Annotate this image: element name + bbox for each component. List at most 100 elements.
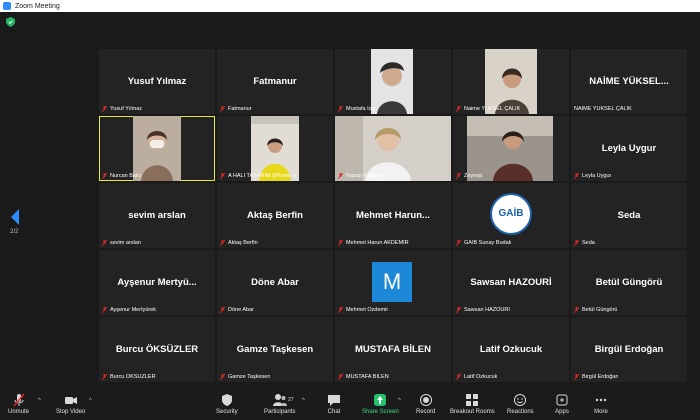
participant-tile[interactable]: GAİB GAİB Sunay Budak (453, 183, 569, 248)
record-icon (419, 394, 432, 406)
participant-label: NAİME YÜKSEL ÇALIK (574, 106, 632, 112)
participant-tile[interactable]: Seda Seda (571, 183, 687, 248)
participant-tile[interactable]: Mehmet Harun... Mehmet Harun AKDEMİR (335, 183, 451, 248)
participant-label: Leyla Uygur (582, 173, 612, 179)
share-screen-button[interactable]: Share Screen (362, 393, 399, 415)
muted-mic-icon (338, 240, 343, 246)
participant-label: Naime YÜKSEL ÇALIK (464, 106, 521, 112)
video-camera-icon (64, 397, 77, 404)
muted-mic-icon (456, 240, 461, 246)
participant-tile[interactable]: Fatmanur Fatmanur (217, 49, 333, 114)
stop-video-button[interactable]: Stop Video (56, 393, 85, 415)
participant-label: Birgül Erdoğan (582, 374, 619, 380)
breakout-rooms-label: Breakout Rooms (450, 409, 495, 415)
meeting-header (0, 12, 700, 48)
participant-tile[interactable]: Ayşenur Mertyü... Ayşenur Mertyürek (99, 250, 215, 315)
gallery-grid: Yusuf Yılmaz Yusuf Yılmaz Fatmanur Fatma… (99, 49, 687, 386)
participant-tile[interactable]: sevim arslan sevim arslan (99, 183, 215, 248)
breakout-rooms-icon (466, 394, 479, 406)
participant-tile[interactable]: Gamze Taşkesen Gamze Taşkesen (217, 317, 333, 382)
share-screen-label: Share Screen (362, 409, 399, 415)
muted-mic-icon (102, 173, 107, 179)
muted-mic-icon (574, 173, 579, 179)
unmute-button[interactable]: Unmute (8, 393, 29, 415)
audio-options-caret-icon[interactable]: ^ (38, 398, 41, 404)
muted-mic-icon (574, 374, 579, 380)
encryption-shield-icon[interactable] (6, 17, 15, 27)
muted-mic-icon (338, 173, 343, 179)
participant-label: MUSTAFA BİLEN (346, 374, 389, 380)
muted-mic-icon (574, 307, 579, 313)
participant-label: Seda (582, 240, 595, 246)
reactions-button[interactable]: Reactions (507, 393, 534, 415)
apps-button[interactable]: Apps (555, 393, 569, 415)
participant-tile[interactable]: A HALI TASARIM (iPhone u (217, 116, 333, 181)
participant-video (133, 116, 181, 181)
muted-mic-icon (338, 374, 343, 380)
video-options-caret-icon[interactable]: ^ (89, 398, 92, 404)
participant-name: Döne Abar (251, 277, 299, 288)
muted-mic-icon (102, 307, 107, 313)
participant-label: Mehmet Harun AKDEMİR (346, 240, 409, 246)
participant-video (467, 116, 553, 181)
share-options-caret-icon[interactable]: ^ (398, 398, 401, 404)
participant-tile[interactable]: Birgül Erdoğan Birgül Erdoğan (571, 317, 687, 382)
more-ellipsis-icon (595, 398, 607, 402)
previous-page-arrow-icon[interactable] (9, 207, 21, 227)
chat-bubble-icon (328, 395, 340, 406)
participant-label: Mustafa İzgi (346, 106, 376, 112)
participant-label: Sawsan HAZOURİ (464, 307, 510, 313)
participant-label: Nurcan Balcı (110, 173, 142, 179)
participant-label: Fatmanur (228, 106, 252, 112)
participant-name: Aktaş Berfin (247, 210, 303, 221)
participant-tile[interactable]: Yusuf Yılmaz Yusuf Yılmaz (99, 49, 215, 114)
participant-label: Yusuf Yılmaz (110, 106, 142, 112)
participant-tile[interactable]: MUSTAFA BİLEN MUSTAFA BİLEN (335, 317, 451, 382)
participant-name: Burcu ÖKSÜZLER (115, 344, 199, 355)
participant-tile[interactable]: Sawsan HAZOURİ Sawsan HAZOURİ (453, 250, 569, 315)
participant-name: Gamze Taşkesen (236, 344, 314, 355)
participant-tile[interactable]: Naime YÜKSEL ÇALIK (453, 49, 569, 114)
security-button[interactable]: Security (216, 393, 238, 415)
smiley-icon (514, 394, 527, 406)
participant-tile[interactable]: Burcu ÖKSÜZLER Burcu ÖKSÜZLER (99, 317, 215, 382)
participant-tile[interactable]: Latif Ozkucuk Latif Ozkucuk (453, 317, 569, 382)
muted-mic-icon (102, 240, 107, 246)
unmute-label: Unmute (8, 409, 30, 415)
participant-name: Mehmet Harun... (356, 210, 430, 221)
gaib-logo: GAİB (490, 193, 532, 235)
breakout-rooms-button[interactable]: Breakout Rooms (450, 393, 495, 415)
participant-tile[interactable]: Betül Güngörü Betül Güngörü (571, 250, 687, 315)
muted-mic-icon (220, 240, 225, 246)
participants-count: 27 (288, 397, 294, 403)
participant-tile[interactable]: NAİME YÜKSEL... NAİME YÜKSEL ÇALIK (571, 49, 687, 114)
participant-tile-active-speaker[interactable]: Nurcan Balcı (99, 116, 215, 181)
muted-mic-icon (220, 173, 225, 179)
participant-tile[interactable]: Mustafa İzgi (335, 49, 451, 114)
participant-tile[interactable]: Döne Abar Döne Abar (217, 250, 333, 315)
security-label: Security (216, 409, 238, 415)
shield-icon (221, 394, 232, 406)
chat-button[interactable]: Chat (327, 393, 341, 415)
participant-tile[interactable]: M Mehmet Özdemir (335, 250, 451, 315)
participant-tile[interactable]: Zeynep (453, 116, 569, 181)
more-button[interactable]: More (594, 393, 608, 415)
more-label: More (594, 409, 608, 415)
apps-icon (556, 394, 568, 406)
participant-label: A HALI TASARIM (iPhone u (228, 173, 296, 179)
participant-tile[interactable]: Nazan Kalebek (335, 116, 451, 181)
participant-tile[interactable]: Aktaş Berfin Aktaş Berfin (217, 183, 333, 248)
participant-video (485, 49, 537, 114)
muted-microphone-icon (12, 393, 25, 407)
participant-tile[interactable]: Leyla Uygur Leyla Uygur (571, 116, 687, 181)
muted-mic-icon (220, 307, 225, 313)
participants-options-caret-icon[interactable]: ^ (302, 398, 305, 404)
participants-label: Participants (264, 409, 296, 415)
participant-video (251, 116, 299, 181)
participant-label: Mehmet Özdemir (346, 307, 389, 313)
participants-icon (272, 394, 287, 406)
record-button[interactable]: Record (416, 393, 435, 415)
apps-label: Apps (555, 409, 569, 415)
muted-mic-icon (102, 374, 107, 380)
participant-name: Betül Güngörü (595, 277, 663, 288)
